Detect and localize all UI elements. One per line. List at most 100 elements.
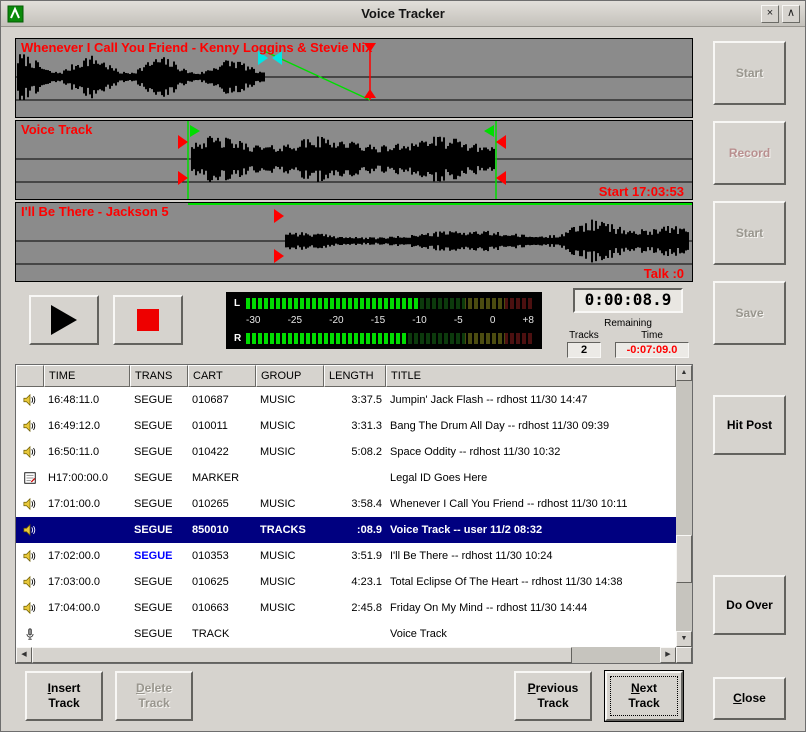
cell-time: H17:00:00.0 — [44, 472, 130, 484]
left-channel-label: L — [234, 298, 246, 309]
play-icon — [51, 305, 77, 335]
log-row[interactable]: 16:48:11.0 SEGUE 010687 MUSIC 3:37.5 Jum… — [16, 387, 676, 413]
cell-title: I'll Be There -- rdhost 11/30 10:24 — [386, 550, 676, 562]
cell-cart: 010265 — [188, 498, 256, 510]
col-trans[interactable]: TRANS — [130, 365, 188, 387]
left-level-bar — [246, 298, 534, 309]
start-marker-icon[interactable] — [274, 249, 284, 263]
track-end-marker-icon[interactable] — [496, 135, 506, 149]
col-icon[interactable] — [16, 365, 44, 387]
cell-title: Legal ID Goes Here — [386, 472, 676, 484]
cell-group: MUSIC — [256, 420, 324, 432]
end-marker-icon[interactable] — [364, 89, 376, 98]
horizontal-scrollbar[interactable]: ◀ ▶ — [16, 647, 676, 663]
start-button-2[interactable]: Start — [713, 201, 786, 265]
scroll-down-icon[interactable]: ▼ — [676, 631, 692, 647]
save-button[interactable]: Save — [713, 281, 786, 345]
cell-trans: SEGUE — [130, 472, 188, 484]
log-row[interactable]: 17:03:00.0 SEGUE 010625 MUSIC 4:23.1 Tot… — [16, 569, 676, 595]
cell-cart: 010011 — [188, 420, 256, 432]
cell-trans: SEGUE — [130, 524, 188, 536]
waveform-2 — [16, 121, 692, 199]
col-group[interactable]: GROUP — [256, 365, 324, 387]
microphone-icon — [16, 627, 44, 641]
cell-trans: SEGUE — [130, 446, 188, 458]
scale-tick: -20 — [329, 315, 343, 327]
hit-post-button[interactable]: Hit Post — [713, 395, 786, 455]
cell-title: Voice Track -- user 11/2 08:32 — [386, 524, 676, 536]
close-button[interactable]: Close — [713, 677, 786, 720]
col-time[interactable]: TIME — [44, 365, 130, 387]
log-row[interactable]: 17:04:00.0 SEGUE 010663 MUSIC 2:45.8 Fri… — [16, 595, 676, 621]
shade-window-icon[interactable]: ∧ — [782, 5, 800, 23]
col-title[interactable]: TITLE — [386, 365, 676, 387]
scroll-right-icon[interactable]: ▶ — [660, 647, 676, 663]
speaker-icon — [16, 575, 44, 589]
log-row[interactable]: SEGUE TRACK Voice Track — [16, 621, 676, 647]
col-length[interactable]: LENGTH — [324, 365, 386, 387]
cell-cart: 850010 — [188, 524, 256, 536]
vertical-scrollbar[interactable]: ▲ ▼ — [676, 365, 692, 647]
close-window-icon[interactable]: × — [761, 5, 779, 23]
track-start-marker-icon[interactable] — [178, 135, 188, 149]
cell-length: 3:51.9 — [324, 550, 386, 562]
stop-icon — [137, 309, 159, 331]
scroll-up-icon[interactable]: ▲ — [676, 365, 692, 381]
titlebar[interactable]: Voice Tracker × ∧ — [1, 1, 805, 27]
log-row[interactable]: H17:00:00.0 SEGUE MARKER Legal ID Goes H… — [16, 465, 676, 491]
stop-button[interactable] — [113, 295, 183, 345]
waveform-track-3[interactable]: I'll Be There - Jackson 5 Talk :0 — [15, 202, 693, 282]
log-row[interactable]: 16:49:12.0 SEGUE 010011 MUSIC 3:31.3 Ban… — [16, 413, 676, 439]
play-button[interactable] — [29, 295, 99, 345]
vertical-scroll-thumb[interactable] — [676, 535, 692, 583]
log-row[interactable]: 17:02:00.0 SEGUE 010353 MUSIC 3:51.9 I'l… — [16, 543, 676, 569]
waveform-track-2[interactable]: Voice Track Start 17:03:53 — [15, 120, 693, 200]
start-button-1[interactable]: Start — [713, 41, 786, 105]
track-start-time: Start 17:03:53 — [599, 184, 684, 199]
scale-tick: 0 — [490, 315, 496, 327]
speaker-icon — [16, 549, 44, 563]
horizontal-scroll-thumb[interactable] — [32, 647, 572, 663]
start-marker-icon[interactable] — [274, 209, 284, 223]
scroll-left-icon[interactable]: ◀ — [16, 647, 32, 663]
tracks-remaining-value: 2 — [567, 342, 601, 358]
track-title: Whenever I Call You Friend - Kenny Loggi… — [21, 40, 372, 55]
next-track-button[interactable]: NextTrack — [605, 671, 683, 721]
cell-group: MUSIC — [256, 446, 324, 458]
speaker-icon — [16, 393, 44, 407]
scale-tick: -15 — [371, 315, 385, 327]
cell-group: MUSIC — [256, 602, 324, 614]
cell-cart: 010625 — [188, 576, 256, 588]
track-start-marker-icon[interactable] — [178, 171, 188, 185]
cell-cart: 010353 — [188, 550, 256, 562]
cell-title: Space Oddity -- rdhost 11/30 10:32 — [386, 446, 676, 458]
cell-group: MUSIC — [256, 394, 324, 406]
log-row[interactable]: 17:01:00.0 SEGUE 010265 MUSIC 3:58.4 Whe… — [16, 491, 676, 517]
speaker-icon — [16, 601, 44, 615]
cell-trans: SEGUE — [130, 394, 188, 406]
record-button[interactable]: Record — [713, 121, 786, 185]
end-marker-icon[interactable] — [484, 125, 494, 137]
cell-time: 16:50:11.0 — [44, 446, 130, 458]
cell-trans: SEGUE — [130, 420, 188, 432]
log-table: TIME TRANS CART GROUP LENGTH TITLE 16:48… — [15, 364, 693, 664]
elapsed-time-display: 0:00:08.9 — [573, 288, 683, 313]
track-end-marker-icon[interactable] — [496, 171, 506, 185]
insert-track-button[interactable]: InsertTrack — [25, 671, 103, 721]
log-row-selected[interactable]: SEGUE 850010 TRACKS :08.9 Voice Track --… — [16, 517, 676, 543]
cell-group: MUSIC — [256, 576, 324, 588]
delete-track-button[interactable]: DeleteTrack — [115, 671, 193, 721]
cell-cart: MARKER — [188, 472, 256, 484]
previous-track-button[interactable]: PreviousTrack — [514, 671, 592, 721]
waveform-track-1[interactable]: Whenever I Call You Friend - Kenny Loggi… — [15, 38, 693, 118]
voice-tracker-window: Voice Tracker × ∧ Whenever I Call You Fr… — [0, 0, 806, 732]
track-title: Voice Track — [21, 122, 92, 137]
start-marker-icon[interactable] — [190, 125, 200, 137]
do-over-button[interactable]: Do Over — [713, 575, 786, 635]
cell-trans: SEGUE — [130, 550, 188, 562]
scale-tick: -30 — [246, 315, 260, 327]
scale-tick: -10 — [412, 315, 426, 327]
col-cart[interactable]: CART — [188, 365, 256, 387]
speaker-icon — [16, 523, 44, 537]
log-row[interactable]: 16:50:11.0 SEGUE 010422 MUSIC 5:08.2 Spa… — [16, 439, 676, 465]
